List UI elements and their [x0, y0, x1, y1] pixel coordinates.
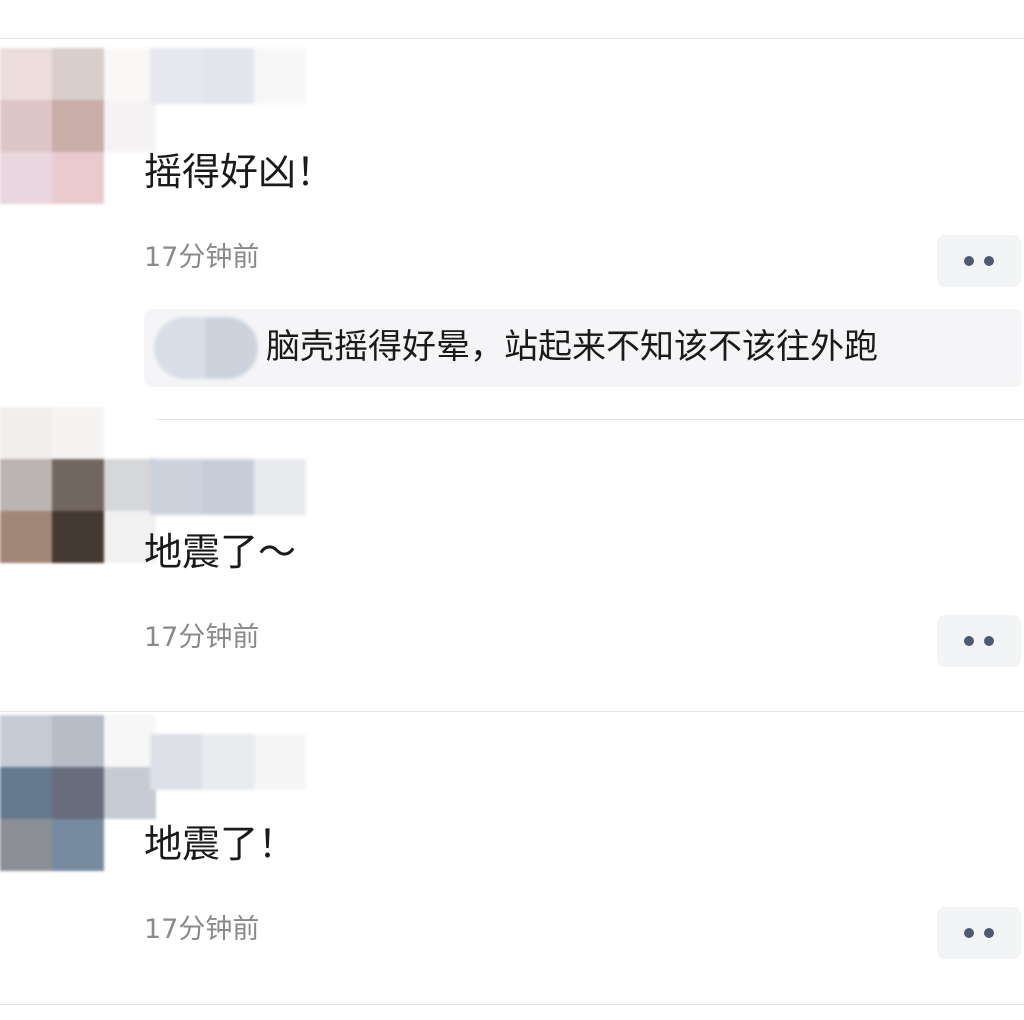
username-blurred[interactable] — [150, 734, 306, 790]
reply-avatar-mosaic-pixel — [206, 317, 258, 379]
avatar-mosaic-pixel — [104, 459, 156, 511]
nickname-mosaic-pixel — [150, 459, 202, 515]
avatar-mosaic-pixel — [52, 48, 104, 100]
comment-text: 地震了～ — [144, 530, 297, 574]
avatar-mosaic-pixel — [0, 819, 52, 871]
more-dots-icon — [984, 636, 994, 646]
avatar-mosaic-pixel — [0, 48, 52, 100]
reply-text: 脑壳摇得好晕，站起来不知该不该往外跑 — [266, 327, 878, 367]
nickname-mosaic-pixel — [202, 48, 254, 104]
more-dots-icon — [984, 256, 994, 266]
comment-timestamp: 17分钟前 — [144, 242, 260, 273]
nickname-mosaic-pixel — [254, 459, 306, 515]
avatar-mosaic-pixel — [104, 407, 156, 459]
more-options-button[interactable] — [937, 907, 1021, 959]
avatar-mosaic-pixel — [0, 511, 52, 563]
avatar-mosaic-pixel — [0, 767, 52, 819]
avatar-mosaic-pixel — [52, 407, 104, 459]
avatar-mosaic-pixel — [0, 715, 52, 767]
more-options-button[interactable] — [937, 235, 1021, 287]
nickname-mosaic-pixel — [202, 459, 254, 515]
avatar-mosaic-pixel — [52, 152, 104, 204]
username-blurred[interactable] — [150, 459, 306, 515]
nickname-mosaic-pixel — [254, 734, 306, 790]
divider-top — [0, 38, 1024, 39]
avatar-mosaic-pixel — [52, 819, 104, 871]
avatar-mosaic-pixel — [52, 100, 104, 152]
reply-avatar-mosaic-pixel — [154, 317, 206, 379]
comment-text: 地震了！ — [144, 822, 297, 866]
avatar-mosaic-pixel — [104, 100, 156, 152]
reply-avatar[interactable] — [154, 317, 258, 379]
avatar-mosaic-pixel — [52, 767, 104, 819]
more-dots-icon — [984, 928, 994, 938]
divider — [0, 711, 1024, 712]
more-dots-icon — [964, 928, 974, 938]
avatar-mosaic-pixel — [104, 48, 156, 100]
avatar-mosaic-pixel — [52, 459, 104, 511]
avatar-mosaic-pixel — [104, 767, 156, 819]
avatar-mosaic-pixel — [52, 511, 104, 563]
avatar[interactable] — [0, 715, 160, 875]
avatar[interactable] — [0, 407, 160, 567]
comment-timestamp: 17分钟前 — [144, 622, 260, 653]
avatar-mosaic-pixel — [52, 715, 104, 767]
avatar-mosaic-pixel — [0, 100, 52, 152]
more-dots-icon — [964, 636, 974, 646]
comment-timestamp: 17分钟前 — [144, 914, 260, 945]
divider-bottom — [0, 1004, 1024, 1005]
avatar-mosaic-pixel — [0, 152, 52, 204]
more-options-button[interactable] — [937, 615, 1021, 667]
avatar-mosaic-pixel — [0, 459, 52, 511]
more-dots-icon — [964, 256, 974, 266]
reply-preview[interactable]: 脑壳摇得好晕，站起来不知该不该往外跑 — [144, 309, 1022, 387]
nickname-mosaic-pixel — [254, 48, 306, 104]
avatar-mosaic-pixel — [104, 715, 156, 767]
nickname-mosaic-pixel — [150, 48, 202, 104]
username-blurred[interactable] — [150, 48, 306, 104]
comment-text: 摇得好凶！ — [144, 150, 335, 194]
nickname-mosaic-pixel — [150, 734, 202, 790]
avatar[interactable] — [0, 48, 160, 208]
nickname-mosaic-pixel — [202, 734, 254, 790]
avatar-mosaic-pixel — [0, 407, 52, 459]
